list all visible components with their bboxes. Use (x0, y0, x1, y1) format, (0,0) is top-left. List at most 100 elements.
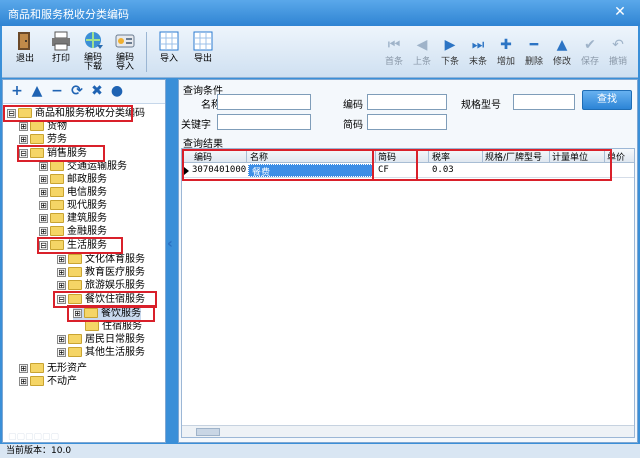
tree-node-label: 劳务 (47, 134, 67, 145)
tree-refresh-icon[interactable]: ⟳ (69, 83, 85, 99)
spec-input[interactable] (513, 94, 575, 110)
last-record-button[interactable]: ⏭ 末条 (466, 36, 490, 72)
globe-download-icon (85, 32, 103, 49)
expand-icon[interactable]: ⊞ (57, 267, 66, 277)
search-button[interactable]: 查找 (582, 90, 632, 110)
next-record-button[interactable]: ▶ 下条 (438, 36, 462, 72)
title-bar: 商品和服务税收分类编码 ✕ (0, 0, 640, 26)
code-input[interactable] (367, 94, 447, 110)
tree-node-construction[interactable]: ⊞ 建筑服务 (39, 213, 107, 225)
highlight-box-life-services (37, 237, 123, 254)
expand-icon[interactable]: ⊞ (39, 161, 48, 171)
code-label: 编码 (343, 100, 363, 111)
exit-button[interactable]: 退出 (10, 30, 40, 74)
delete-button[interactable]: ━ 删除 (522, 36, 546, 72)
folder-icon (50, 174, 64, 184)
expand-icon[interactable]: ⊞ (57, 280, 66, 290)
code-import-button[interactable]: 编码 导入 (110, 30, 140, 74)
tree-node-culture-sports[interactable]: ⊞ 文化体育服务 (57, 254, 145, 266)
tree-node-education-medical[interactable]: ⊞ 教育医疗服务 (57, 267, 145, 279)
tree-node-label: 无形资产 (47, 363, 87, 374)
printer-icon (52, 31, 70, 51)
expand-icon[interactable]: ⊞ (19, 121, 28, 131)
print-button[interactable]: 打印 (46, 30, 76, 74)
tree-node-modern[interactable]: ⊞ 现代服务 (39, 200, 107, 212)
expand-icon[interactable]: ⊞ (39, 213, 48, 223)
tree-node-daily-services[interactable]: ⊞ 居民日常服务 (57, 334, 145, 346)
edit-icon: ▲ (556, 37, 568, 53)
undo-icon: ↶ (612, 37, 624, 53)
tree-node-lodging[interactable]: 住宿服务 (85, 321, 142, 333)
keyword-label: 关键字 (181, 120, 211, 131)
horizontal-scrollbar[interactable] (182, 425, 634, 437)
first-record-button[interactable]: ⏮ 首条 (382, 36, 406, 72)
expand-icon[interactable]: ⊞ (19, 376, 28, 386)
results-grid: 编码 名称 简码 税率 规格/厂牌型号 计量单位 单价 3070401000 餐… (181, 148, 635, 438)
folder-icon (68, 334, 82, 344)
folder-icon (68, 267, 82, 277)
tree-node-intangible[interactable]: ⊞ 无形资产 (19, 363, 87, 375)
folder-icon (50, 200, 64, 210)
keyword-input[interactable] (217, 114, 311, 130)
tree-node-label: 金融服务 (67, 226, 107, 237)
folder-icon (50, 161, 64, 171)
expand-icon[interactable]: ⊞ (39, 174, 48, 184)
tree-node-transport[interactable]: ⊞ 交通运输服务 (39, 161, 127, 173)
exit-door-icon (18, 32, 30, 50)
folder-icon (68, 347, 82, 357)
scrollbar-thumb[interactable] (196, 428, 220, 436)
expand-icon[interactable]: ⊞ (57, 254, 66, 264)
prev-record-button[interactable]: ◀ 上条 (410, 36, 434, 72)
code-download-button[interactable]: 编码 下载 (78, 30, 108, 74)
import-label: 导入 (159, 54, 178, 64)
spreadsheet-export-icon (193, 31, 213, 51)
plus-icon: ✚ (500, 37, 512, 53)
folder-icon (50, 187, 64, 197)
tree-up-icon[interactable]: ▲ (29, 83, 45, 99)
expand-icon[interactable]: ⊞ (39, 226, 48, 236)
window-title: 商品和服务税收分类编码 (8, 8, 129, 21)
close-window-button[interactable]: ✕ (606, 3, 634, 21)
first-record-label: 首条 (384, 57, 403, 67)
short-code-input[interactable] (367, 114, 447, 130)
tree-node-label: 居民日常服务 (85, 334, 145, 345)
tree-node-label: 货物 (47, 121, 67, 132)
tree-settings-icon[interactable]: ● (109, 83, 125, 99)
highlight-box-row-right (372, 149, 612, 181)
print-label: 打印 (51, 54, 70, 64)
expand-icon[interactable]: ⊞ (57, 347, 66, 357)
expand-icon[interactable]: ⊞ (39, 187, 48, 197)
tree-node-postal[interactable]: ⊞ 邮政服务 (39, 174, 107, 186)
add-button[interactable]: ✚ 增加 (494, 36, 518, 72)
expand-icon[interactable]: ⊞ (19, 363, 28, 373)
expand-icon[interactable]: ⊞ (19, 134, 28, 144)
save-button[interactable]: ✔ 保存 (578, 36, 602, 72)
tree-collapse-icon[interactable]: ✖ (89, 83, 105, 99)
save-label: 保存 (580, 57, 599, 67)
folder-icon (68, 280, 82, 290)
tree-remove-icon[interactable]: − (49, 83, 65, 99)
tree-node-label: 旅游娱乐服务 (85, 280, 145, 291)
next-record-icon: ▶ (444, 37, 456, 53)
tree-node-label: 交通运输服务 (67, 161, 127, 172)
tree-node-other-life[interactable]: ⊞ 其他生活服务 (57, 347, 145, 359)
prev-record-label: 上条 (412, 57, 431, 67)
edit-button[interactable]: ▲ 修改 (550, 36, 574, 72)
prev-record-icon: ◀ (416, 37, 428, 53)
expand-icon[interactable]: ⊞ (57, 334, 66, 344)
import-code-icon (115, 34, 135, 48)
expand-icon[interactable]: ⊞ (39, 200, 48, 210)
tree-node-label: 现代服务 (67, 200, 107, 211)
collapse-panel-icon[interactable]: ‹ (167, 236, 177, 252)
import-button[interactable]: 导入 (154, 30, 184, 74)
tree-node-real-estate[interactable]: ⊞ 不动产 (19, 376, 77, 388)
tree-node-telecom[interactable]: ⊞ 电信服务 (39, 187, 107, 199)
tree-add-icon[interactable]: + (9, 83, 25, 99)
folder-icon (30, 134, 44, 144)
undo-button[interactable]: ↶ 撤销 (606, 36, 630, 72)
tree-node-label: 不动产 (47, 376, 77, 387)
tree-node-label: 文化体育服务 (85, 254, 145, 265)
name-input[interactable] (217, 94, 311, 110)
export-button[interactable]: 导出 (188, 30, 218, 74)
tree-node-goods[interactable]: ⊞ 货物 (19, 121, 67, 133)
